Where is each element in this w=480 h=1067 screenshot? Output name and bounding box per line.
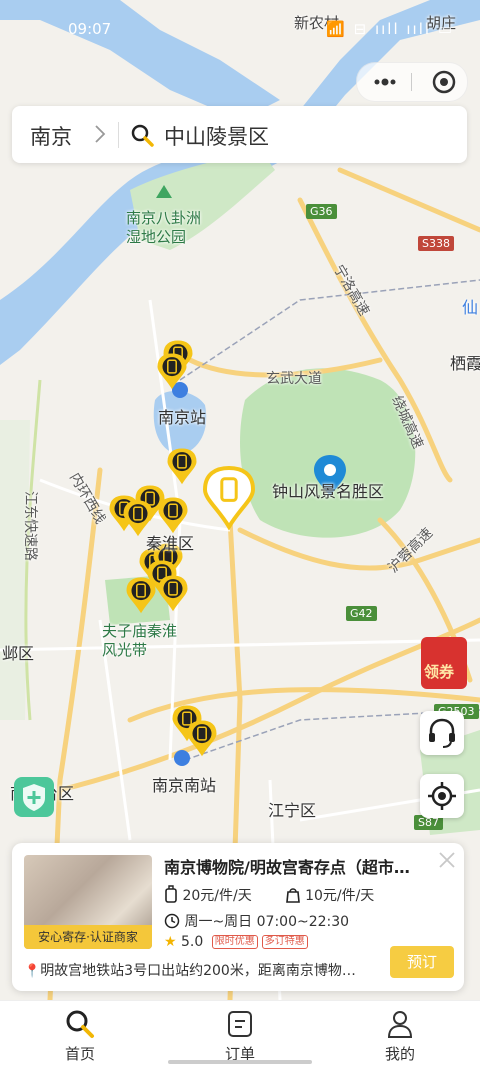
verified-merchant-badge: 安心寄存·认证商家 <box>24 925 152 949</box>
search-divider <box>118 122 119 148</box>
suitcase-icon <box>165 885 177 903</box>
map-label-qixia: 栖霞 <box>450 354 480 373</box>
bag-icon <box>285 888 300 903</box>
locate-icon <box>428 782 456 810</box>
price-large-item: 20元/件/天 <box>182 888 252 904</box>
rating-row: ★ 5.0 限时优惠 多订特惠 <box>164 934 308 950</box>
tab-profile[interactable]: 我的 <box>320 1001 480 1067</box>
highway-shield-g42: G42 <box>346 606 377 621</box>
map-label-nanjing-south-station: 南京南站 <box>152 776 217 795</box>
storage-point-title: 南京博物院/明故宫寄存点（超市… <box>164 858 410 877</box>
highway-shield-g36: G36 <box>306 204 337 219</box>
storage-pin[interactable] <box>157 353 187 390</box>
miniapp-capsule <box>356 62 468 102</box>
location-pin-icon: 📍 <box>24 964 41 979</box>
promo-tag: 多订特惠 <box>261 935 308 949</box>
search-bar[interactable]: 南京 中山陵景区 <box>12 106 467 163</box>
storage-pin-selected[interactable] <box>202 465 256 531</box>
locate-button[interactable] <box>420 774 464 818</box>
address-text: 明故宫地铁站3号口出站约200米，距离南京博物… <box>40 963 356 979</box>
book-button[interactable]: 预订 <box>390 946 454 978</box>
tab-bar: 首页 订单 我的 <box>0 1000 480 1067</box>
storage-point-card[interactable]: 安心寄存·认证商家 南京博物院/明故宫寄存点（超市… 20元/件/天 10元/件… <box>12 843 464 991</box>
coupon-button[interactable]: 领券 <box>421 637 467 689</box>
status-time: 09:07 <box>68 20 112 38</box>
storage-pin[interactable] <box>167 448 197 485</box>
city-selector[interactable]: 南京 <box>30 121 72 151</box>
storage-pin[interactable] <box>158 497 188 534</box>
tab-orders[interactable]: 订单 <box>160 1001 320 1067</box>
storage-pin[interactable] <box>158 575 188 612</box>
coupon-label: 领券 <box>424 663 455 681</box>
user-icon <box>387 1011 413 1038</box>
capsule-divider <box>411 73 412 91</box>
headset-icon <box>429 718 455 748</box>
clock-icon <box>164 913 180 929</box>
storage-pin[interactable] <box>126 577 156 614</box>
address-row: 📍明故宫地铁站3号口出站约200米，距离南京博物… <box>24 960 356 980</box>
map-label-xian: 仙 <box>462 298 479 317</box>
map-label-bagua-wetland: 南京八卦洲 湿地公园 <box>126 209 202 246</box>
map-label-jiangdong-expressway: 江东快速路 <box>22 491 38 561</box>
map-label-qinhuai-district: 秦淮区 <box>146 534 195 553</box>
star-icon: ★ <box>164 934 177 950</box>
order-icon <box>228 1011 252 1037</box>
map-label-xuanwu-avenue: 玄武大道 <box>266 371 322 387</box>
home-indicator <box>168 1060 312 1064</box>
tab-label: 首页 <box>64 1045 95 1063</box>
highway-shield-s338: S338 <box>418 236 454 251</box>
storage-pin[interactable] <box>187 720 217 757</box>
search-icon <box>66 1010 94 1038</box>
status-bar: 09:07 📶 ⊟ ııll ııll ▭ <box>0 18 480 46</box>
search-icon <box>131 124 154 147</box>
status-indicators: 📶 ⊟ ııll ııll ▭ <box>326 20 454 38</box>
map-label-ye-district: 邺区 <box>2 644 35 663</box>
plus-shield-icon <box>23 784 45 811</box>
map-label-zhongshan-scenic: 钟山风景名胜区 <box>272 482 385 501</box>
add-button[interactable] <box>14 777 54 817</box>
customer-service-button[interactable] <box>420 711 464 755</box>
map-label-jiangning-district: 江宁区 <box>268 801 317 820</box>
chevron-right-icon <box>95 125 106 143</box>
search-input[interactable]: 中山陵景区 <box>164 121 269 151</box>
close-icon[interactable] <box>438 851 456 869</box>
opening-hours: 周一~周日 07:00~22:30 <box>184 914 350 930</box>
price-small-item: 10元/件/天 <box>305 888 375 904</box>
rating-value: 5.0 <box>181 934 204 950</box>
tab-home[interactable]: 首页 <box>0 1001 160 1067</box>
map-label-fuzimiao: 夫子庙秦淮 风光带 <box>102 622 178 659</box>
promo-tag: 限时优惠 <box>211 935 258 949</box>
price-row: 20元/件/天 10元/件/天 <box>164 885 374 905</box>
tab-label: 我的 <box>384 1045 415 1063</box>
close-miniapp-icon[interactable] <box>429 67 459 97</box>
map-label-nanjing-station: 南京站 <box>158 408 207 427</box>
hours-row: 周一~周日 07:00~22:30 <box>164 911 349 931</box>
